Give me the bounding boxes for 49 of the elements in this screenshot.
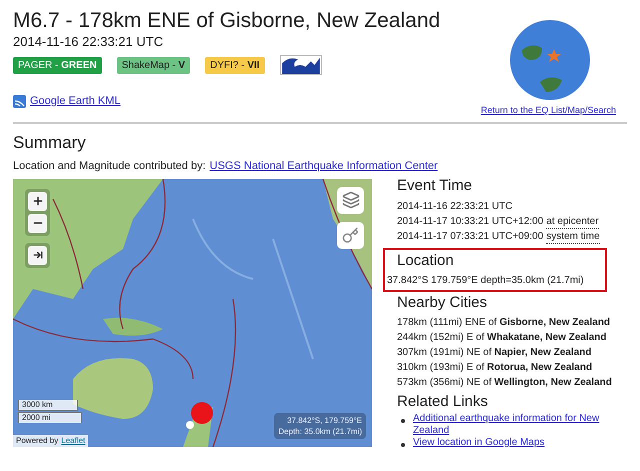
- event-time-utc: 2014-11-16 22:33:21 UTC: [13, 34, 164, 50]
- nearby-city: 307km (191mi) NE of Napier, New Zealand: [397, 346, 593, 360]
- event-time-line: 2014-11-16 22:33:21 UTC: [397, 200, 512, 214]
- leaflet-link[interactable]: Leaflet: [61, 434, 86, 446]
- summary-heading: Summary: [13, 132, 87, 152]
- event-time-line: 2014-11-17 07:33:21 UTC+09:00: [397, 230, 544, 244]
- location-heading: Location: [397, 252, 455, 270]
- bullet-icon: [401, 418, 405, 422]
- tsunami-wave-icon[interactable]: [280, 55, 322, 75]
- map-view[interactable]: 3000 km 2000 mi Powered by Leaflet 37.842°S, 179.759°E Depth: 35.0km (21.7mi): [13, 178, 372, 446]
- arrow-to-line-icon: [32, 250, 42, 260]
- event-time-heading: Event Time: [397, 176, 474, 194]
- time-zone-note[interactable]: at epicenter: [546, 216, 599, 228]
- nearby-city: 178km (111mi) ENE of Gisborne, New Zealand: [397, 316, 612, 330]
- contributor-link[interactable]: USGS National Earthquake Information Center: [210, 158, 438, 172]
- related-link[interactable]: View location in Google Maps: [413, 436, 545, 448]
- key-icon: [342, 226, 359, 244]
- kml-link[interactable]: Google Earth KML: [30, 93, 120, 110]
- time-zone-note[interactable]: system time: [546, 230, 600, 244]
- bullet-icon: [401, 442, 405, 446]
- location-text: 37.842°S 179.759°E depth=35.0km (21.7mi): [387, 274, 585, 288]
- nearby-city: 244km (152mi) E of Whakatane, New Zealand: [397, 330, 608, 344]
- return-link[interactable]: Return to the EQ List/Map/Search: [480, 104, 616, 118]
- scale-km: 3000 km: [18, 400, 78, 410]
- epicenter-marker-icon[interactable]: [191, 402, 213, 424]
- nearby-city: 310km (193mi) E of Rotorua, New Zealand: [397, 360, 594, 374]
- depth-text: Depth: 35.0km (21.7mi): [278, 426, 362, 436]
- related-link[interactable]: Additional earthquake information for New Zealand: [413, 412, 622, 436]
- zoom-in-button[interactable]: [28, 192, 47, 210]
- kml-icon: [13, 94, 26, 108]
- layers-button[interactable]: [337, 186, 364, 214]
- key-button[interactable]: [337, 222, 364, 248]
- related-links-heading: Related Links: [397, 392, 489, 410]
- coordinates-text: 37.842°S, 179.759°E: [287, 414, 362, 426]
- nearby-cities-heading: Nearby Cities: [397, 294, 488, 312]
- nearby-city: 573km (356mi) NE of Wellington, New Zealand: [397, 376, 613, 390]
- plus-icon: [32, 195, 44, 207]
- location-dot-icon: [186, 420, 194, 428]
- zoom-out-button[interactable]: [28, 214, 47, 232]
- globe-icon: [510, 20, 590, 100]
- contributor-label: Location and Magnitude contributed by:: [13, 158, 206, 172]
- page-title: M6.7 - 178km ENE of Gisborne, New Zealand: [13, 8, 440, 34]
- attribution-text: Powered by: [16, 434, 58, 446]
- status-badge[interactable]: DYFI? - VII: [205, 56, 265, 74]
- event-time-line: 2014-11-17 10:33:21 UTC+12:00: [397, 214, 544, 228]
- fullscreen-button[interactable]: [28, 246, 47, 264]
- status-badge[interactable]: ShakeMap - V: [116, 56, 190, 74]
- layers-icon: [342, 191, 360, 209]
- scale-mi: 2000 mi: [18, 412, 82, 422]
